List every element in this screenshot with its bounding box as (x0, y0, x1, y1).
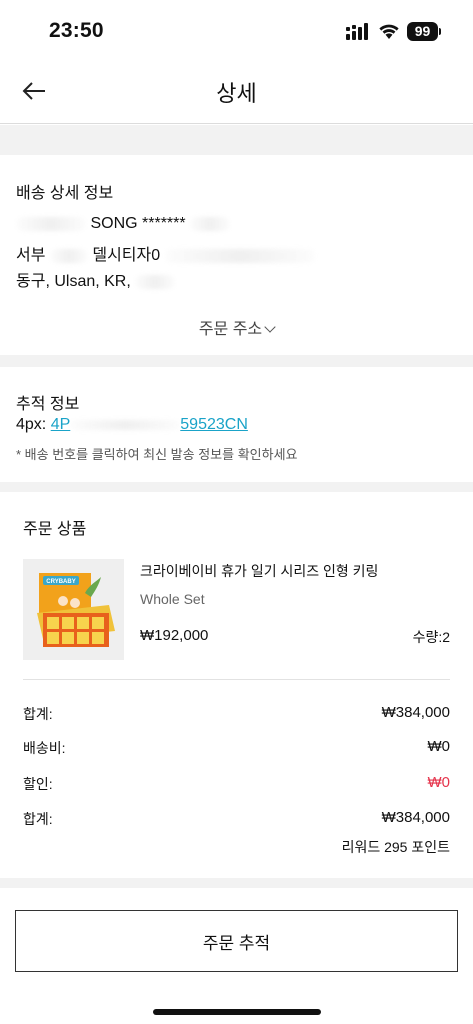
section-gap (0, 482, 473, 492)
redacted-text (190, 216, 231, 231)
carrier-label: 4px: (16, 416, 47, 433)
order-address-label: 주문 주소 (198, 321, 263, 338)
product-option: Whole Set (140, 591, 205, 607)
summary-discount-value: ₩0 (427, 774, 451, 791)
cellular-signal-icon (346, 23, 368, 40)
address-line-1-start: 서부 (16, 247, 46, 264)
section-gap (0, 878, 473, 888)
order-address-toggle[interactable]: 주문 주소 (0, 315, 473, 339)
wifi-icon (379, 24, 399, 39)
chevron-down-icon (264, 321, 276, 333)
summary-discount-label: 할인: (23, 776, 53, 792)
product-quantity: 수량:2 (412, 629, 450, 645)
address-line-1: 서부 델시티자0 (16, 241, 315, 265)
order-title: 주문 상품 (23, 521, 87, 538)
track-order-button[interactable]: 주문 추적 (15, 910, 458, 972)
divider (23, 679, 450, 680)
svg-text:CRYBABY: CRYBABY (46, 579, 75, 585)
redacted-text (70, 419, 181, 430)
summary-total-value: ₩384,000 (381, 809, 450, 826)
product-price: ₩192,000 (140, 627, 209, 644)
summary-shipping-label: 배송비: (23, 740, 66, 756)
product-name[interactable]: 크라이베이비 휴가 일기 시리즈 인형 키링 (140, 561, 378, 581)
redacted-text (164, 248, 315, 263)
status-bar: 23:50 99 (0, 0, 473, 62)
tracking-section: 추적 정보 4px: 4P 59523CN * 배송 번호를 클릭하여 최신 발송… (0, 367, 473, 482)
tracking-number-end: 59523CN (180, 416, 248, 433)
product-box-image-icon: CRYBABY (23, 559, 124, 660)
tracking-row: 4px: 4P 59523CN (16, 416, 248, 434)
shipping-title: 배송 상세 정보 (16, 185, 114, 202)
summary-shipping-value: ₩0 (427, 738, 451, 755)
recipient-name: SONG ******* (16, 215, 231, 233)
home-indicator (153, 1009, 321, 1015)
product-thumbnail[interactable]: CRYBABY (23, 559, 124, 660)
summary-total-label: 합계: (23, 811, 53, 827)
shipping-section: 배송 상세 정보 SONG ******* 서부 델시티자0 동구, Ulsan… (0, 155, 473, 355)
battery-icon: 99 (407, 22, 438, 41)
address-line-2-visible: 동구, Ulsan, KR, (16, 273, 131, 290)
section-gap (0, 355, 473, 367)
address-line-1-visible: 델시티자0 (92, 247, 161, 264)
reward-points: 리워드 295 포인트 (341, 839, 450, 855)
status-time: 23:50 (49, 19, 104, 42)
tracking-title: 추적 정보 (16, 396, 80, 413)
redacted-text (16, 216, 86, 231)
section-gap (0, 125, 473, 155)
order-section: 주문 상품 CRYBABY 크라이베이비 휴가 일기 시리즈 인형 키링 Who… (0, 492, 473, 878)
tracking-number-start: 4P (50, 416, 71, 433)
tracking-number-link[interactable]: 4P 59523CN (51, 416, 248, 433)
redacted-text (135, 274, 176, 289)
tracking-note: * 배송 번호를 클릭하여 최신 발송 정보를 확인하세요 (16, 447, 298, 462)
battery-tip (439, 28, 441, 35)
recipient-name-visible: SONG ******* (90, 215, 186, 232)
nav-bar: 상세 (0, 62, 473, 124)
summary-subtotal-value: ₩384,000 (381, 704, 450, 721)
summary-subtotal-label: 합계: (23, 706, 53, 722)
address-line-2: 동구, Ulsan, KR, (16, 267, 176, 291)
redacted-text (49, 248, 88, 263)
page-title: 상세 (216, 81, 257, 106)
